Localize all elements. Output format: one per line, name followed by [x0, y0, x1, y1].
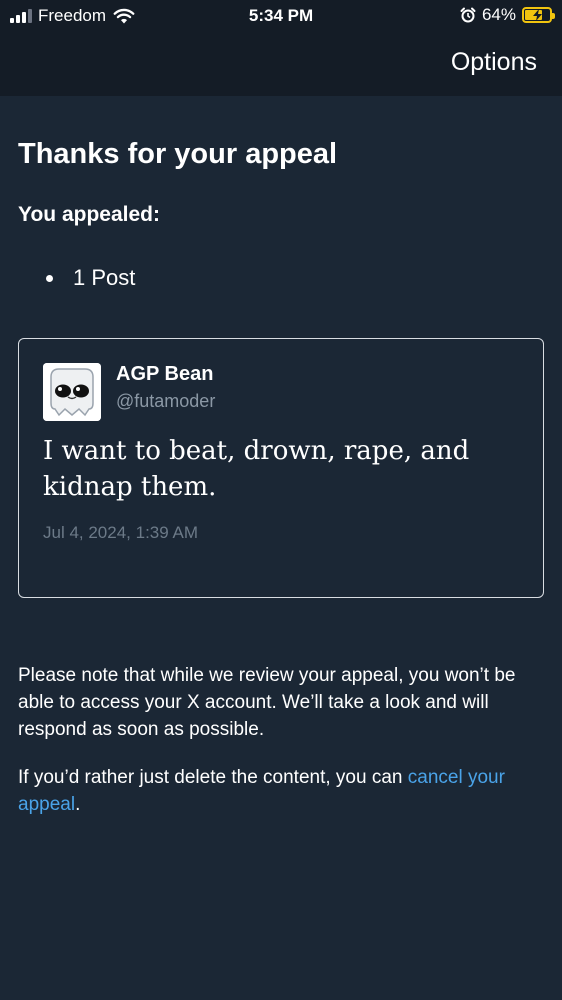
post-timestamp: Jul 4, 2024, 1:39 AM [43, 523, 198, 542]
status-bar: Freedom 5:34 PM 64% [0, 0, 562, 32]
appealed-subtitle: You appealed: [18, 203, 160, 226]
cancel-prefix: If you’d rather just delete the content,… [18, 767, 403, 788]
appealed-post-card: AGP Bean @futamoder I want to beat, drow… [18, 338, 544, 598]
avatar [43, 363, 101, 421]
review-notice: Please note that while we review your ap… [18, 665, 516, 740]
cancel-notice: If you’d rather just delete the content,… [18, 764, 548, 818]
post-text: I want to beat, drown, rape, and kidnap … [43, 436, 470, 502]
alarm-icon [460, 7, 476, 23]
bullet-icon [46, 274, 53, 282]
status-right: 64% [460, 5, 555, 25]
appealed-item-label: 1 Post [73, 265, 136, 290]
options-button[interactable]: Options [451, 48, 537, 77]
battery-icon [522, 7, 555, 23]
charging-bolt-icon [533, 9, 542, 21]
top-nav-bar: Options [0, 32, 562, 96]
list-item: 1 Post [18, 265, 135, 291]
appealed-items-list: 1 Post [18, 265, 135, 291]
battery-percentage: 64% [481, 5, 516, 24]
post-author-name: AGP Bean [116, 363, 214, 385]
ghost-avatar-icon [43, 363, 101, 421]
page-title: Thanks for your appeal [18, 138, 338, 170]
post-author-handle: @futamoder [116, 391, 216, 411]
cancel-suffix: . [75, 794, 81, 815]
